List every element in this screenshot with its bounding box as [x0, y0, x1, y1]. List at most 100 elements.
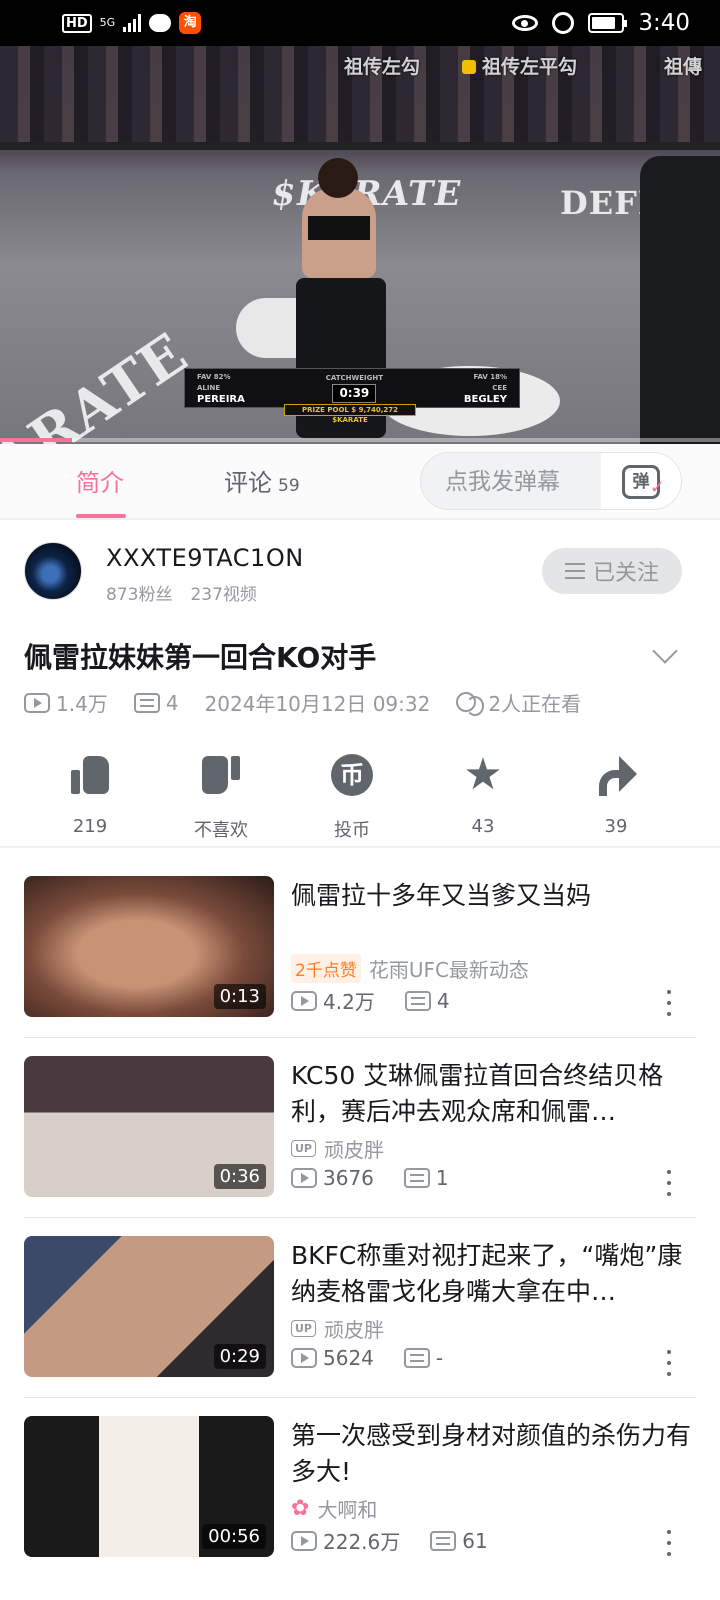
danmaku-input[interactable]: 点我发弹幕 弹 ✓: [420, 452, 682, 510]
danmaku-count: 4: [436, 988, 450, 1013]
wechat-icon: [149, 14, 172, 32]
like-button[interactable]: 219: [40, 754, 140, 837]
duration-badge: 0:13: [213, 984, 266, 1009]
battery-icon: [588, 13, 628, 33]
like-count: 219: [72, 816, 108, 837]
rec-author[interactable]: UP 顽皮胖: [291, 1134, 384, 1163]
rec-title[interactable]: BKFC称重对视打起来了，“嘴炮”康纳麦格雷戈化身嘴大拿在中…: [291, 1238, 691, 1310]
rec-author[interactable]: ✿ 大啊和: [291, 1494, 377, 1523]
view-count: 1.4万: [56, 692, 108, 716]
danmaku-count: 4: [165, 690, 179, 715]
duration-badge: 00:56: [202, 1524, 266, 1549]
coin-button[interactable]: 币 投币: [302, 754, 402, 842]
rec-author[interactable]: 2千点赞 花雨UFC最新动态: [291, 954, 529, 983]
prize-pool: PRIZE POOL $ 9,740,272 $KARATE: [284, 404, 416, 424]
thumbs-up-icon: [462, 60, 476, 74]
play-count-icon: [291, 1348, 317, 1368]
rec-stats: 5624 -: [291, 1346, 443, 1370]
tab-comments-label: 评论: [224, 469, 272, 497]
video-count: 237视频: [190, 585, 257, 605]
rec-title[interactable]: KC50 艾琳佩雷拉首回合终结贝格利，赛后冲去观众席和佩雷…: [291, 1058, 691, 1130]
fight-scoreboard: FAV 82% ALINE PEREIRA CATCHWEIGHT 0:39 F…: [184, 368, 520, 408]
video-progress-bar[interactable]: [0, 438, 720, 442]
list-item[interactable]: 0:29 BKFC称重对视打起来了，“嘴炮”康纳麦格雷戈化身嘴大拿在中… UP …: [24, 1218, 696, 1398]
coin-icon: 币: [331, 754, 373, 796]
list-item[interactable]: 0:13 佩雷拉十多年又当爹又当妈 2千点赞 花雨UFC最新动态 4.2万 4: [24, 858, 696, 1038]
mat-side-text: ARATE: [0, 320, 200, 444]
signal-icon: [123, 14, 142, 32]
uploader-info: XXXTE9TAC1ON 873粉丝 237视频 已关注: [0, 520, 720, 620]
tab-intro[interactable]: 简介: [76, 444, 126, 520]
danmaku-toggle-button[interactable]: 弹 ✓: [601, 453, 681, 509]
danmaku-comment: 祖传左平勾: [462, 52, 577, 79]
more-options-icon[interactable]: [666, 1530, 672, 1556]
star-icon: ★: [463, 749, 503, 800]
play-count-icon: [291, 990, 317, 1011]
hd-indicator: HD: [62, 13, 92, 33]
list-item[interactable]: 0:36 KC50 艾琳佩雷拉首回合终结贝格利，赛后冲去观众席和佩雷… UP 顽…: [24, 1038, 696, 1218]
more-options-icon[interactable]: [666, 990, 672, 1016]
dislike-label: 不喜欢: [194, 820, 248, 841]
danmaku-count-icon: [404, 990, 431, 1011]
rec-title[interactable]: 第一次感受到身材对颜值的杀伤力有多大!: [291, 1418, 691, 1490]
dislike-button[interactable]: 不喜欢: [171, 754, 271, 842]
danmaku-count-icon: [403, 1168, 430, 1188]
author-name: 大啊和: [317, 1498, 378, 1522]
alarm-icon: [552, 12, 575, 34]
avatar[interactable]: [24, 542, 82, 600]
up-badge-icon: UP: [291, 1140, 316, 1157]
more-options-icon[interactable]: [666, 1170, 672, 1196]
rec-author[interactable]: UP 顽皮胖: [291, 1314, 384, 1343]
eye-comfort-icon: [512, 15, 539, 31]
up-badge-icon: UP: [291, 1320, 316, 1337]
play-count-icon: [291, 1530, 317, 1551]
thumbs-up-icon: [69, 754, 111, 796]
network-type: 5G: [99, 16, 116, 29]
video-thumbnail[interactable]: 0:36: [24, 1056, 274, 1197]
rec-stats: 4.2万 4: [291, 986, 450, 1015]
author-name: 花雨UFC最新动态: [368, 958, 529, 982]
list-item[interactable]: 00:56 第一次感受到身材对颜值的杀伤力有多大! ✿ 大啊和 222.6万 6…: [24, 1398, 696, 1578]
danmaku-comment: 祖傳: [664, 56, 703, 78]
right-first-name: CEE: [492, 383, 507, 392]
left-fav: FAV 82%: [197, 372, 231, 381]
video-thumbnail[interactable]: 00:56: [24, 1416, 274, 1557]
danmaku-count: 61: [462, 1528, 488, 1553]
left-fighter-name: PEREIRA: [197, 393, 245, 405]
cage-fence: [0, 142, 720, 150]
right-fighter-name: BEGLEY: [463, 393, 507, 405]
round-timer: 0:39: [332, 384, 377, 403]
rec-title[interactable]: 佩雷拉十多年又当爹又当妈: [291, 878, 691, 914]
hot-tag: 2千点赞: [291, 954, 361, 983]
danmaku-count-icon: [133, 692, 160, 713]
uploader-name[interactable]: XXXTE9TAC1ON: [106, 544, 304, 572]
menu-icon: [564, 563, 585, 579]
status-bar: HD 5G 淘 3:40: [0, 0, 720, 46]
view-count: 222.6万: [323, 1530, 401, 1554]
watching-icon: [456, 691, 485, 716]
tab-comments[interactable]: 评论 59: [224, 444, 300, 520]
play-count-icon: [24, 692, 50, 713]
view-count: 5624: [323, 1346, 374, 1370]
detail-tab-bar: 简介 评论 59 点我发弹幕 弹 ✓: [0, 444, 720, 520]
danmaku-toggle-icon: 弹 ✓: [622, 465, 665, 499]
video-thumbnail[interactable]: 0:13: [24, 876, 274, 1017]
video-thumbnail[interactable]: 0:29: [24, 1236, 274, 1377]
publish-date: 2024年10月12日 09:32: [204, 692, 431, 716]
video-title: 佩雷拉妹妹第一回合KO对手: [24, 641, 377, 674]
author-name: 顽皮胖: [324, 1138, 384, 1162]
favorite-count: 43: [471, 816, 495, 837]
more-options-icon[interactable]: [666, 1350, 672, 1376]
video-meta: 1.4万 4 2024年10月12日 09:32 2人正在看: [24, 688, 581, 717]
follow-button[interactable]: 已关注: [542, 548, 682, 594]
duration-badge: 0:36: [213, 1164, 266, 1189]
chevron-down-icon[interactable]: [652, 638, 678, 664]
favorite-button[interactable]: ★ 43: [433, 749, 533, 838]
right-fav: FAV 18%: [473, 372, 507, 381]
video-player[interactable]: $KARATE DEFI KI ARATE 祖传左勾 祖传左平勾 祖傳 FAV …: [0, 46, 720, 444]
danmaku-count-icon: [403, 1348, 430, 1368]
share-icon: [595, 754, 637, 796]
coin-label: 投币: [334, 820, 370, 841]
danmaku-placeholder: 点我发弹幕: [445, 469, 560, 495]
share-button[interactable]: 39: [566, 754, 666, 837]
